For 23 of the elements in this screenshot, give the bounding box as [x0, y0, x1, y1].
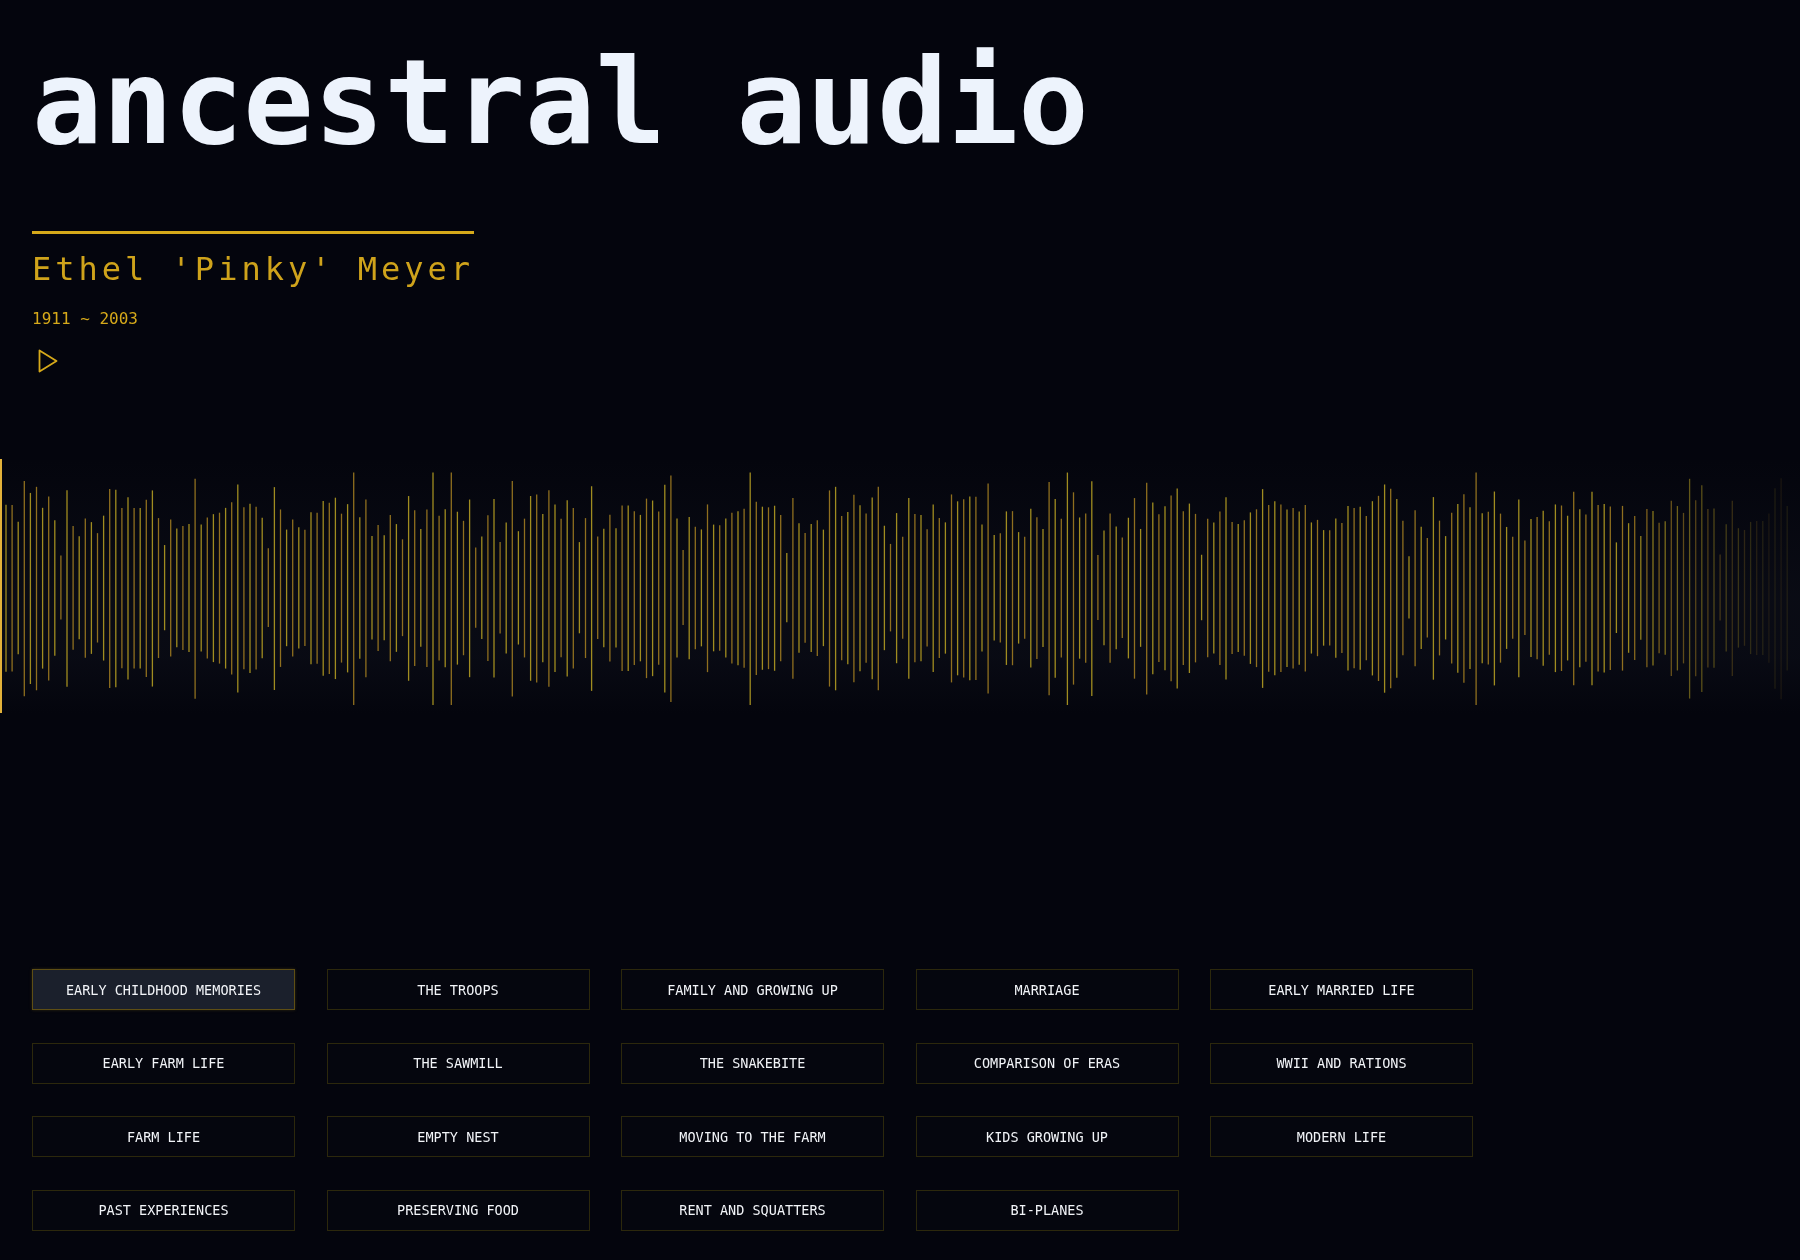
topic-button[interactable]: FARM LIFE: [32, 1116, 295, 1157]
play-icon[interactable]: [38, 349, 58, 373]
topic-button[interactable]: THE TROOPS: [326, 969, 590, 1010]
topic-button[interactable]: MODERN LIFE: [1210, 1116, 1473, 1157]
person-name: Ethel 'Pinky' Meyer: [32, 253, 475, 285]
topic-button[interactable]: KIDS GROWING UP: [915, 1116, 1179, 1157]
topic-button[interactable]: RENT AND SQUATTERS: [621, 1189, 884, 1231]
topic-button[interactable]: FAMILY AND GROWING UP: [621, 969, 884, 1010]
life-years: 1911 ~ 2003: [32, 311, 138, 327]
topic-button[interactable]: EARLY CHILDHOOD MEMORIES: [32, 969, 295, 1010]
topic-button[interactable]: WWII AND RATIONS: [1210, 1042, 1473, 1084]
topic-button[interactable]: PAST EXPERIENCES: [32, 1189, 295, 1231]
topic-button[interactable]: EMPTY NEST: [326, 1116, 590, 1157]
topic-button[interactable]: EARLY MARRIED LIFE: [1210, 969, 1473, 1010]
topic-button[interactable]: THE SNAKEBITE: [621, 1042, 884, 1084]
topic-button[interactable]: COMPARISON OF ERAS: [915, 1042, 1179, 1084]
site-title: ancestral audio: [32, 44, 1089, 161]
topic-button[interactable]: THE SAWMILL: [326, 1042, 590, 1084]
topic-button[interactable]: BI-PLANES: [915, 1189, 1179, 1231]
topic-button[interactable]: PRESERVING FOOD: [326, 1189, 590, 1231]
topic-button[interactable]: EARLY FARM LIFE: [32, 1042, 295, 1084]
topic-button[interactable]: MOVING TO THE FARM: [621, 1116, 884, 1157]
topic-button[interactable]: MARRIAGE: [915, 969, 1179, 1010]
